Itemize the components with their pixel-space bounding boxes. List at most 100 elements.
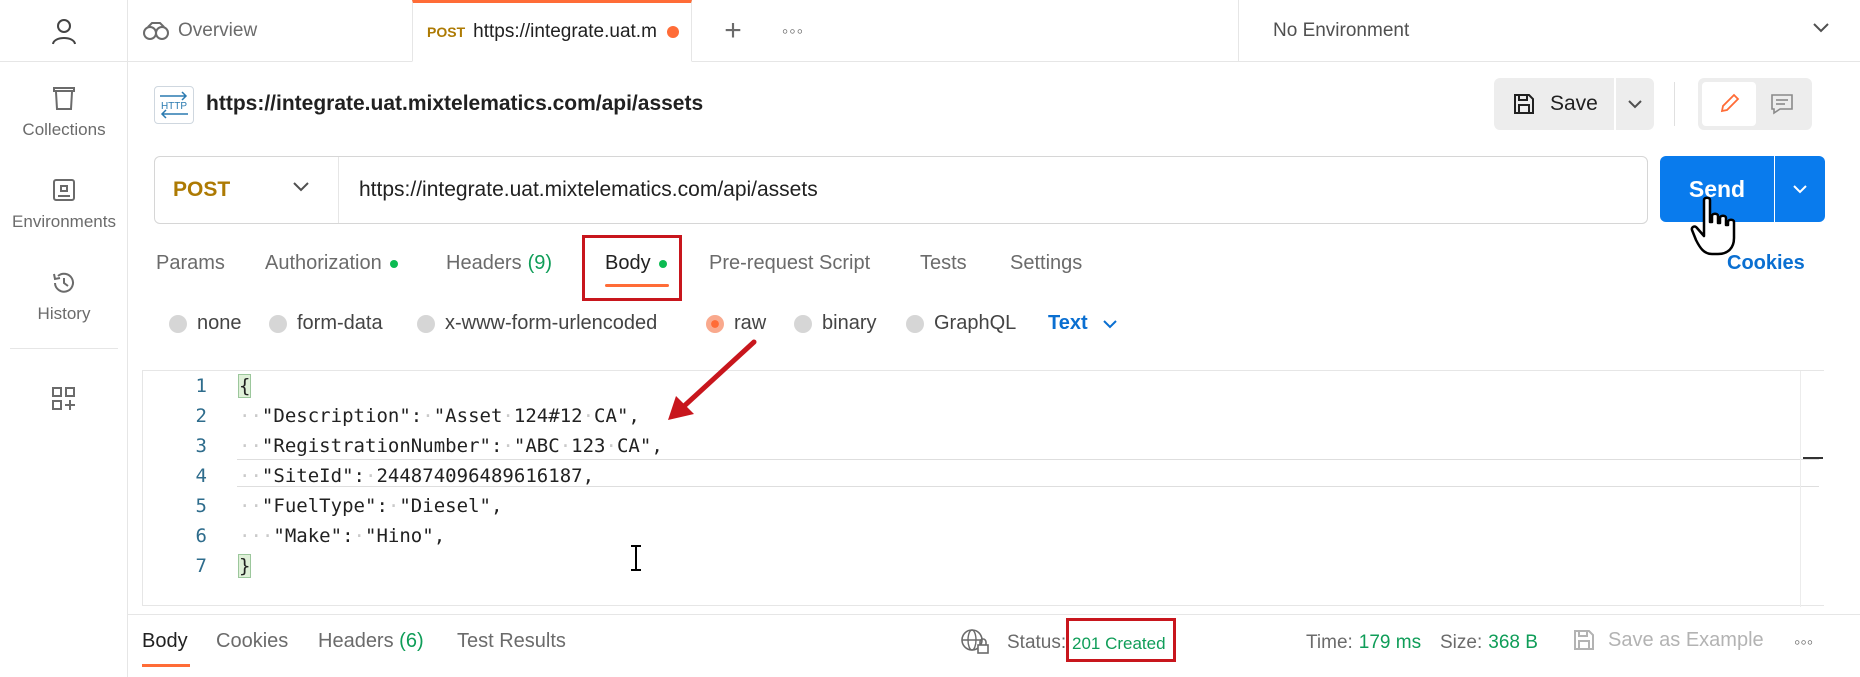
code-line: } <box>237 554 252 578</box>
sidebar-item-label: Collections <box>22 120 106 139</box>
tab-authorization[interactable]: Authorization <box>265 252 398 275</box>
radio-label: GraphQL <box>934 312 1017 334</box>
sidebar-item-label: Environments <box>12 212 116 231</box>
sidebar-item-label: History <box>37 304 91 323</box>
save-options-button[interactable] <box>1616 78 1654 130</box>
tab-label: Overview <box>178 20 258 41</box>
radio-circle-selected <box>706 314 724 333</box>
url-bar: POST <box>154 156 1648 224</box>
edit-mode-button[interactable] <box>1702 82 1756 126</box>
tab-url: https://integrate.uat.mixtelematics.com/… <box>473 21 658 42</box>
tab-params[interactable]: Params <box>156 252 225 275</box>
radio-label: none <box>197 312 242 334</box>
method-label: POST <box>173 178 231 201</box>
tab-request-active[interactable]: POST https://integrate.uat.mixtelematics… <box>412 0 692 62</box>
comment-icon <box>1771 94 1793 115</box>
body-type-binary[interactable]: binary <box>794 312 876 335</box>
comments-button[interactable] <box>1756 82 1808 126</box>
body-type-urlencoded[interactable]: x-www-form-urlencoded <box>417 312 657 335</box>
cookies-link[interactable]: Cookies <box>1727 252 1805 275</box>
tab-label: Tests <box>920 252 967 274</box>
request-title[interactable]: https://integrate.uat.mixtelematics.com/… <box>206 92 703 116</box>
size-value: 368 B <box>1488 632 1538 653</box>
account-button[interactable] <box>0 0 127 62</box>
send-options-button[interactable] <box>1775 156 1825 222</box>
response-tab-test-results[interactable]: Test Results <box>457 630 566 653</box>
chevron-down-icon <box>1102 319 1117 328</box>
response-tab-headers[interactable]: Headers (6) <box>318 630 424 653</box>
status-dot <box>389 259 398 268</box>
radio-label: x-www-form-urlencoded <box>445 312 658 334</box>
tab-more-button[interactable]: ◦◦◦ <box>768 0 818 62</box>
response-more-button[interactable]: ◦◦◦ <box>1794 632 1813 653</box>
chevron-down-icon <box>1813 23 1829 33</box>
body-type-raw[interactable]: raw <box>706 312 766 335</box>
response-size[interactable]: Size: 368 B <box>1440 632 1538 654</box>
tab-pre-request-script[interactable]: Pre-request Script <box>709 252 870 275</box>
response-tab-body[interactable]: Body <box>142 630 188 653</box>
body-type-graphql[interactable]: GraphQL <box>906 312 1016 335</box>
new-tab-button[interactable]: + <box>708 0 758 62</box>
chevron-down-icon <box>293 182 309 192</box>
sidebar-item-collections[interactable]: Collections <box>0 86 128 140</box>
tab-label: Settings <box>1010 252 1083 274</box>
save-as-example-button[interactable]: Save as Example <box>1572 628 1764 652</box>
line-number: 4 <box>195 465 207 487</box>
save-button[interactable]: Save <box>1494 78 1614 130</box>
headers-count: (6) <box>399 630 424 652</box>
response-tab-cookies[interactable]: Cookies <box>216 630 288 653</box>
tab-label: Pre-request Script <box>709 252 871 274</box>
line-number: 3 <box>195 435 207 457</box>
line-number: 5 <box>195 495 207 517</box>
pencil-icon <box>1720 93 1740 113</box>
body-type-form-data[interactable]: form-data <box>269 312 383 335</box>
code-line: ··"Description":·"Asset·124#12·CA", <box>239 405 640 427</box>
tab-headers[interactable]: Headers (9) <box>446 252 552 275</box>
radio-circle <box>269 314 287 333</box>
chevron-down-icon <box>1793 185 1807 194</box>
code-line: { <box>237 374 252 398</box>
tab-settings[interactable]: Settings <box>1010 252 1082 275</box>
user-icon <box>51 18 76 44</box>
environment-label: No Environment <box>1273 20 1410 41</box>
environment-selector[interactable]: No Environment <box>1238 0 1860 62</box>
time-label: Time: <box>1306 632 1353 653</box>
tab-method: POST <box>427 24 466 40</box>
body-type-none[interactable]: none <box>169 312 242 335</box>
url-input[interactable] <box>359 157 1619 223</box>
tab-overview[interactable]: Overview <box>142 0 412 62</box>
tab-label: Authorization <box>265 252 382 274</box>
tab-label: Cookies <box>216 630 289 652</box>
hand-cursor-icon <box>1690 196 1736 256</box>
sidebar-item-environments[interactable]: Environments <box>0 178 128 232</box>
tab-tests[interactable]: Tests <box>920 252 967 275</box>
unsaved-dot <box>667 26 680 38</box>
line-number: 1 <box>195 375 207 397</box>
sidebar-configure-button[interactable] <box>0 386 128 420</box>
add-workbench-icon <box>52 387 75 410</box>
toolbar-divider <box>1674 82 1675 126</box>
radio-label: raw <box>734 312 767 334</box>
chevron-down-icon <box>1628 100 1642 109</box>
method-selector[interactable]: POST <box>155 157 339 223</box>
editor-scrollbar[interactable] <box>1800 371 1824 607</box>
body-format-selector[interactable]: Text <box>1048 312 1118 335</box>
radio-circle <box>794 314 812 333</box>
floppy-disk-icon <box>1574 630 1594 650</box>
radio-circle <box>169 314 187 333</box>
code-line: ··"RegistrationNumber":·"ABC·123·CA", <box>239 435 663 457</box>
code-line: ··"SiteId":·244874096489616187, <box>239 465 595 487</box>
save-label: Save <box>1550 92 1598 115</box>
response-time[interactable]: Time: 179 ms <box>1306 632 1421 654</box>
size-label: Size: <box>1440 632 1483 653</box>
svg-text:HTTP: HTTP <box>161 101 187 112</box>
globe-lock-icon[interactable] <box>960 628 990 656</box>
floppy-disk-icon <box>1514 94 1534 114</box>
sidebar-item-history[interactable]: History <box>0 270 128 324</box>
http-request-icon: HTTP <box>154 86 194 124</box>
annotation-box-status <box>1066 618 1176 662</box>
code-editor[interactable]: 1 2 3 4 5 6 7 { ··"Description":·"Asset·… <box>142 370 1824 607</box>
scrollbar-thumb[interactable] <box>1803 457 1823 459</box>
radio-label: binary <box>822 312 877 334</box>
body-format-label: Text <box>1048 312 1088 334</box>
